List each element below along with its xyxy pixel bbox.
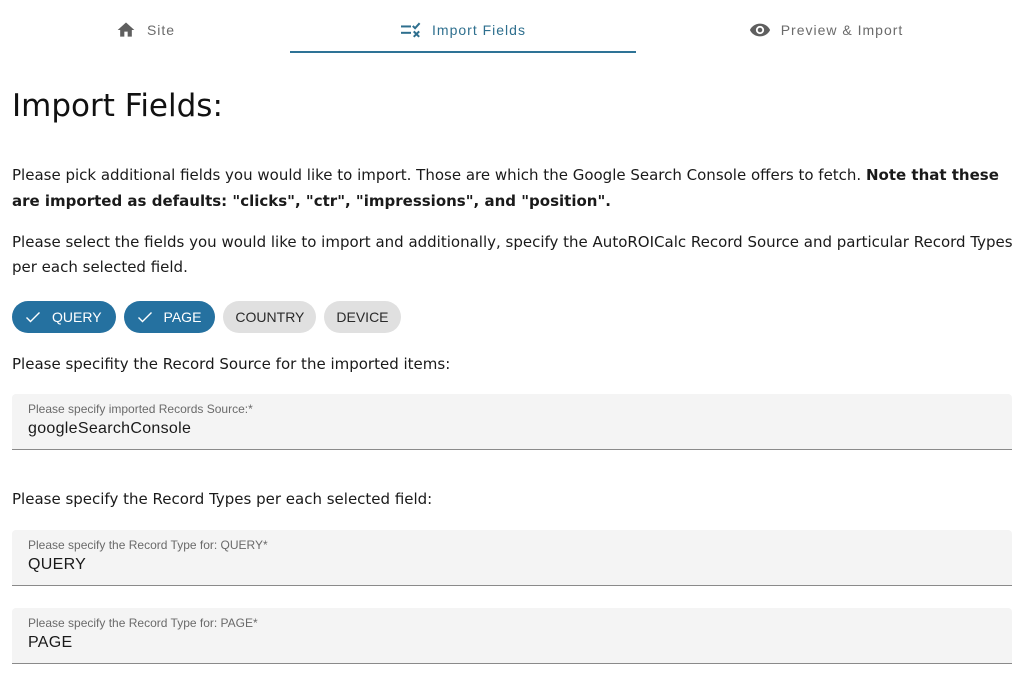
records-source-value[interactable]: googleSearchConsole xyxy=(28,420,191,438)
page-title: Import Fields: xyxy=(12,88,223,124)
intro-text: Please pick additional fields you would … xyxy=(12,166,866,184)
tab-site[interactable]: Site xyxy=(0,0,290,60)
stepper-tabs: Site Import Fields Preview & Import xyxy=(0,0,1027,54)
tab-preview-label: Preview & Import xyxy=(780,22,904,38)
record-type-page-label: Please specify the Record Type for: PAGE… xyxy=(28,616,258,630)
chip-country[interactable]: COUNTRY xyxy=(223,301,317,333)
intro-paragraph: Please pick additional fields you would … xyxy=(12,162,1017,214)
field-chips: QUERY PAGE COUNTRY DEVICE xyxy=(12,301,401,333)
record-type-query-field[interactable]: Please specify the Record Type for: QUER… xyxy=(12,530,1012,586)
check-icon xyxy=(24,308,42,326)
chip-label: DEVICE xyxy=(336,309,389,325)
tab-site-label: Site xyxy=(146,22,176,38)
record-type-page-value[interactable]: PAGE xyxy=(28,634,72,652)
records-source-field[interactable]: Please specify imported Records Source:*… xyxy=(12,394,1012,450)
chip-label: QUERY xyxy=(52,309,102,325)
check-icon xyxy=(136,308,154,326)
tab-import-fields-label: Import Fields xyxy=(432,22,526,38)
record-source-prompt: Please specifity the Record Source for t… xyxy=(12,355,451,373)
chip-label: COUNTRY xyxy=(235,309,305,325)
records-source-label: Please specify imported Records Source:* xyxy=(28,402,253,416)
chip-page[interactable]: PAGE xyxy=(123,301,216,333)
chip-device[interactable]: DEVICE xyxy=(324,301,401,333)
home-icon xyxy=(115,19,137,41)
active-tab-indicator xyxy=(290,51,636,53)
record-type-query-value[interactable]: QUERY xyxy=(28,556,86,574)
checklist-icon xyxy=(400,19,422,41)
record-type-query-label: Please specify the Record Type for: QUER… xyxy=(28,538,268,552)
instructions-paragraph: Please select the fields you would like … xyxy=(12,233,1013,276)
chip-query[interactable]: QUERY xyxy=(12,301,116,333)
record-type-page-field[interactable]: Please specify the Record Type for: PAGE… xyxy=(12,608,1012,664)
eye-icon xyxy=(749,19,771,41)
record-types-prompt: Please specify the Record Types per each… xyxy=(12,490,433,508)
chip-label: PAGE xyxy=(163,309,202,325)
tab-preview-import[interactable]: Preview & Import xyxy=(636,0,1016,60)
